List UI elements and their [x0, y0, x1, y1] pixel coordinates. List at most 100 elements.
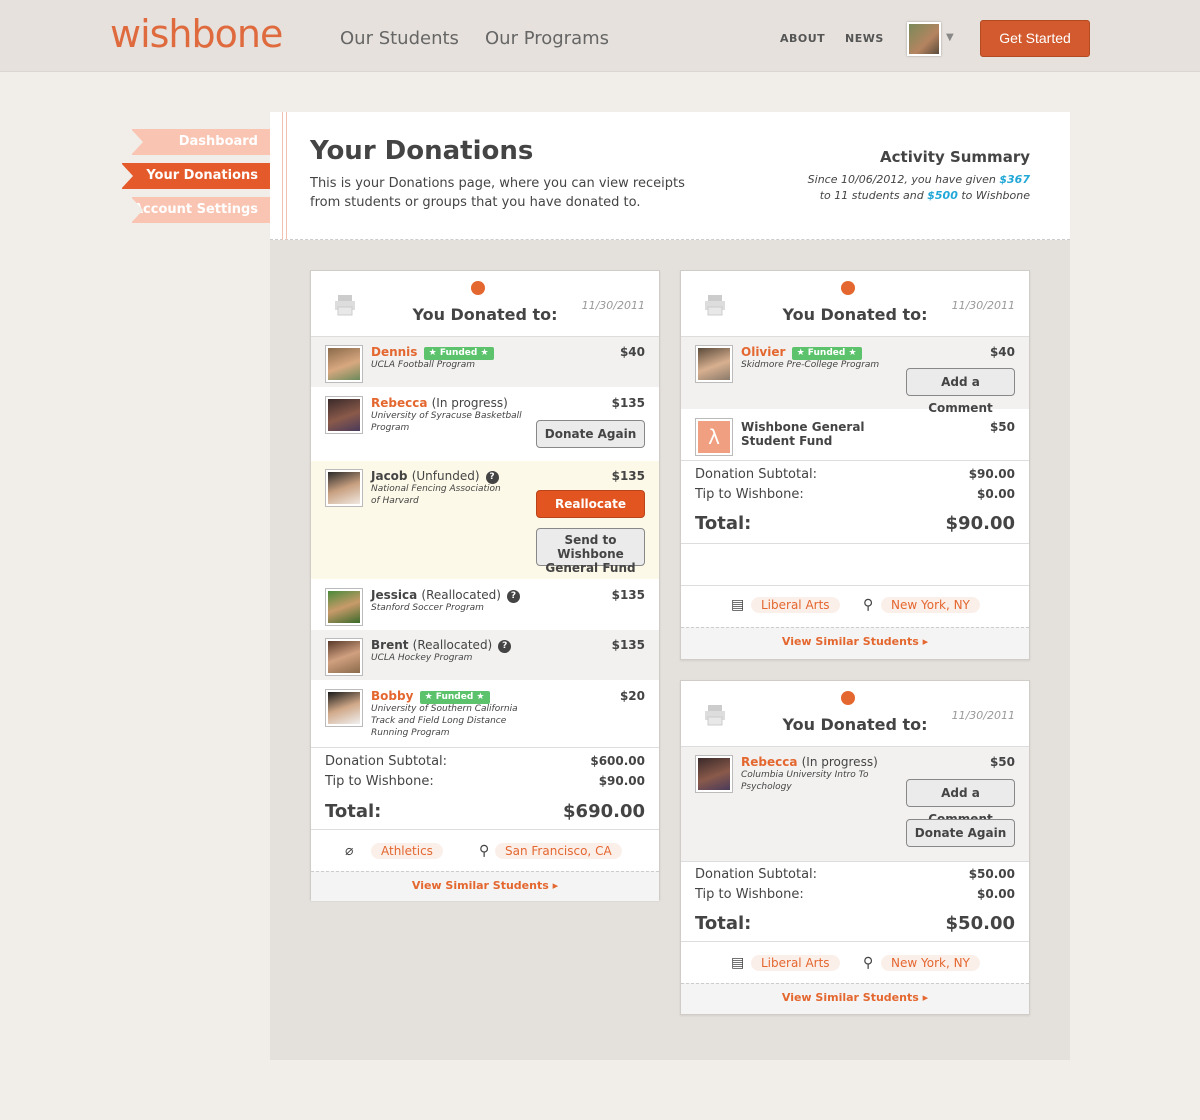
- student-name-text[interactable]: Bobby: [371, 689, 413, 703]
- fund-name-line: Student Fund: [741, 434, 833, 448]
- chevron-down-icon[interactable]: ▼: [946, 32, 954, 43]
- student-name[interactable]: Rebecca (In progress): [371, 396, 508, 410]
- tip-row: Tip to Wishbone: $90.00: [325, 774, 645, 789]
- student-photo[interactable]: [325, 396, 363, 434]
- student-name-text[interactable]: Olivier: [741, 345, 785, 359]
- list-item: Jessica (Reallocated)? Stanford Soccer P…: [311, 580, 659, 629]
- student-photo[interactable]: [325, 638, 363, 676]
- location-tag[interactable]: New York, NY: [881, 955, 980, 971]
- donation-receipt-card: 11/30/2011 You Donated to: Dennis ★ Fund…: [310, 270, 660, 901]
- student-name-text[interactable]: Jessica: [371, 588, 417, 602]
- receipt-title: You Donated to:: [782, 715, 928, 734]
- wishbone-logo[interactable]: wishbone: [110, 12, 283, 56]
- student-name-text[interactable]: Brent: [371, 638, 408, 652]
- pin-icon: [471, 281, 485, 295]
- help-icon[interactable]: ?: [506, 590, 520, 603]
- student-photo[interactable]: [325, 469, 363, 507]
- donate-again-button[interactable]: Donate Again: [906, 819, 1015, 847]
- program-name: UCLA Football Program: [371, 360, 476, 370]
- student-name-text[interactable]: Jacob: [371, 469, 408, 483]
- view-similar-students-link[interactable]: View Similar Students ▸: [681, 627, 1029, 659]
- location-pin-icon: ⚲: [863, 955, 874, 971]
- donation-amount: $135: [611, 469, 645, 483]
- total-label: Total:: [695, 913, 752, 934]
- reallocate-button[interactable]: Reallocate: [536, 490, 645, 518]
- student-photo[interactable]: [695, 755, 733, 793]
- page-title: Your Donations: [310, 136, 534, 166]
- student-name[interactable]: Dennis ★ Funded ★: [371, 345, 494, 360]
- category-tag[interactable]: Liberal Arts: [751, 955, 840, 971]
- student-photo[interactable]: [695, 345, 733, 383]
- view-similar-students-link[interactable]: View Similar Students ▸: [681, 983, 1029, 1014]
- page-header-panel: Your Donations This is your Donations pa…: [270, 112, 1070, 240]
- nav-our-programs[interactable]: Our Programs: [485, 28, 609, 49]
- student-photo[interactable]: [325, 345, 363, 383]
- subtotal-row: Donation Subtotal: $50.00: [695, 867, 1015, 882]
- category-tag[interactable]: Athletics: [371, 843, 443, 859]
- student-name[interactable]: Bobby ★ Funded ★: [371, 689, 490, 704]
- divider: [681, 941, 1029, 942]
- list-item: Bobby ★ Funded ★ University of Southern …: [311, 681, 659, 747]
- divider: [681, 861, 1029, 862]
- student-photo[interactable]: [325, 588, 363, 626]
- top-header: wishbone Our Students Our Programs ABOUT…: [0, 0, 1200, 72]
- donation-amount: $20: [619, 689, 645, 703]
- total-label: Total:: [325, 801, 382, 822]
- pin-icon: [841, 691, 855, 705]
- sidebar-item-dashboard[interactable]: Dashboard: [131, 129, 270, 155]
- subtotal-value: $50.00: [968, 867, 1015, 881]
- student-name[interactable]: Jacob (Unfunded)?: [371, 469, 499, 484]
- donation-amount: $135: [611, 588, 645, 602]
- student-name[interactable]: Brent (Reallocated)?: [371, 638, 512, 653]
- fund-name[interactable]: Wishbone General Student Fund: [741, 420, 865, 448]
- user-avatar[interactable]: [907, 22, 941, 56]
- donate-again-button[interactable]: Donate Again: [536, 420, 645, 448]
- subtotal-label: Donation Subtotal:: [695, 867, 818, 882]
- activity-text-c: to Wishbone: [957, 189, 1030, 202]
- activity-amount-students: $367: [999, 173, 1030, 186]
- activity-summary-text: Since 10/06/2012, you have given $367 to…: [770, 172, 1030, 204]
- program-name: Columbia University Intro To Psychology: [741, 770, 869, 792]
- program-name: Stanford Soccer Program: [371, 603, 484, 613]
- program-name: University of Southern California Track …: [371, 704, 518, 738]
- category-tag[interactable]: Liberal Arts: [751, 597, 840, 613]
- student-status: (Unfunded): [411, 469, 480, 483]
- donation-amount: $40: [989, 345, 1015, 359]
- nav-about[interactable]: ABOUT: [780, 32, 825, 45]
- activity-text-b: to 11 students and: [819, 189, 928, 202]
- list-item: Olivier ★ Funded ★ Skidmore Pre-College …: [681, 337, 1029, 415]
- donation-amount: $50: [989, 420, 1015, 434]
- student-name[interactable]: Olivier ★ Funded ★: [741, 345, 862, 360]
- subtotal-row: Donation Subtotal: $90.00: [695, 467, 1015, 482]
- total-row: Total: $50.00: [695, 913, 1015, 934]
- add-comment-button[interactable]: Add a Comment: [906, 368, 1015, 415]
- button-label: Send to Wishbone: [557, 533, 624, 561]
- view-similar-students-link[interactable]: View Similar Students ▸: [311, 871, 659, 901]
- program-name: Skidmore Pre-College Program: [741, 360, 880, 370]
- donation-amount: $50: [989, 755, 1015, 769]
- student-name-text[interactable]: Dennis: [371, 345, 417, 359]
- send-to-general-fund-button[interactable]: Send to Wishbone General Fund: [536, 528, 645, 575]
- divider: [681, 543, 1029, 544]
- student-photo[interactable]: [325, 689, 363, 727]
- location-tag[interactable]: San Francisco, CA: [495, 843, 622, 859]
- student-name-text[interactable]: Rebecca: [371, 396, 427, 410]
- donation-amount: $135: [611, 396, 645, 410]
- student-name[interactable]: Jessica (Reallocated)?: [371, 588, 520, 603]
- student-name[interactable]: Rebecca (In progress): [741, 755, 878, 769]
- subtotal-value: $600.00: [590, 754, 645, 768]
- student-name-text[interactable]: Rebecca: [741, 755, 797, 769]
- total-value: $690.00: [563, 801, 645, 822]
- list-item: λ Wishbone General Student Fund $50: [681, 410, 1029, 460]
- nav-news[interactable]: NEWS: [845, 32, 884, 45]
- add-comment-button[interactable]: Add a Comment: [906, 779, 1015, 826]
- sidebar-item-account-settings[interactable]: Account Settings: [131, 197, 270, 223]
- nav-our-students[interactable]: Our Students: [340, 28, 459, 49]
- divider: [311, 747, 659, 748]
- help-icon[interactable]: ?: [498, 640, 512, 653]
- tip-value: $90.00: [598, 774, 645, 788]
- sidebar-item-your-donations[interactable]: Your Donations: [121, 163, 270, 189]
- list-item: Jacob (Unfunded)? National Fencing Assoc…: [311, 461, 659, 579]
- location-tag[interactable]: New York, NY: [881, 597, 980, 613]
- get-started-button[interactable]: Get Started: [980, 20, 1090, 57]
